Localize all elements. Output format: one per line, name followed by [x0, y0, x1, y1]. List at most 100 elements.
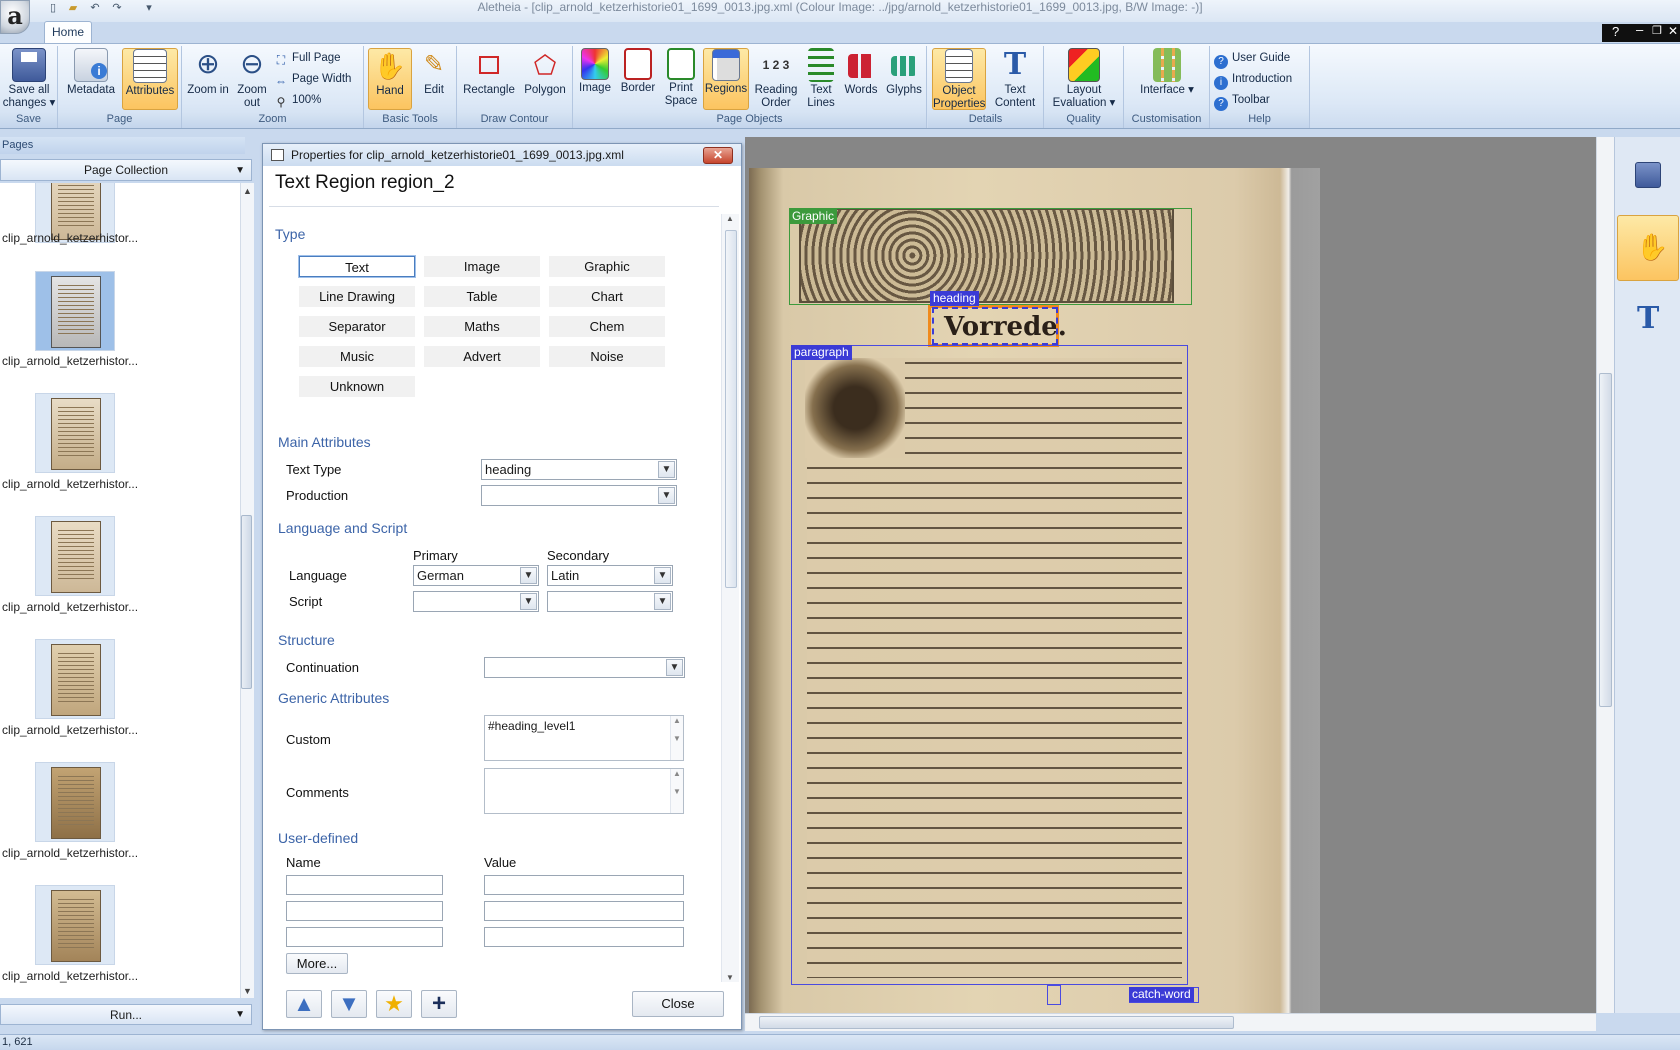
user-value-input[interactable]: [484, 901, 684, 921]
canvas-vscroll-thumb[interactable]: [1599, 373, 1612, 707]
scroll-down-icon[interactable]: ▼: [243, 986, 252, 996]
border-button[interactable]: Border: [617, 48, 659, 95]
object-properties-button[interactable]: Object Properties: [932, 48, 986, 110]
text-content-button[interactable]: T Text Content: [988, 48, 1042, 110]
page-label[interactable]: clip_arnold_ketzerhistor...: [2, 969, 152, 983]
dialog-scrollbar-thumb[interactable]: [725, 230, 737, 588]
page-thumbnail[interactable]: [35, 885, 115, 965]
zoom-in-button[interactable]: ⊕ Zoom in: [186, 48, 230, 97]
attributes-button[interactable]: Attributes: [122, 48, 178, 110]
canvas-hscroll-thumb[interactable]: [759, 1016, 1234, 1029]
introduction-button[interactable]: i Introduction: [1214, 70, 1292, 90]
region-graphic[interactable]: [789, 208, 1192, 305]
page-thumbnail-selected[interactable]: [35, 271, 115, 351]
open-folder-icon[interactable]: ▰: [66, 2, 80, 15]
customize-quick-access-icon[interactable]: ▾: [142, 2, 156, 15]
type-text-button[interactable]: Text: [299, 256, 415, 277]
page-label[interactable]: clip_arnold_ketzerhistor...: [2, 600, 152, 614]
canvas-horizontal-scrollbar[interactable]: [745, 1013, 1596, 1031]
reading-order-button[interactable]: 1 2 3 Reading Order: [751, 48, 801, 110]
close-icon[interactable]: ✕: [1668, 24, 1678, 38]
user-value-input[interactable]: [484, 927, 684, 947]
type-table-button[interactable]: Table: [424, 286, 540, 307]
type-music-button[interactable]: Music: [299, 346, 415, 367]
custom-textarea[interactable]: #heading_level1 ▲ ▼: [484, 715, 684, 761]
continuation-select[interactable]: ▼: [484, 657, 685, 678]
image-view-button[interactable]: Image: [575, 48, 615, 95]
canvas-vertical-scrollbar[interactable]: [1596, 137, 1614, 1013]
zoom-100-button[interactable]: ⚲ 100%: [274, 91, 322, 109]
region-heading[interactable]: [932, 307, 1058, 345]
type-unknown-button[interactable]: Unknown: [299, 376, 415, 397]
move-up-button[interactable]: ▲: [286, 990, 322, 1018]
glyphs-button[interactable]: Glyphs: [883, 48, 925, 97]
dialog-scrollbar[interactable]: ▲ ▼: [721, 214, 739, 982]
page-thumbnail[interactable]: [35, 639, 115, 719]
scroll-up-icon[interactable]: ▲: [726, 214, 734, 223]
page-label[interactable]: clip_arnold_ketzerhistor...: [2, 723, 152, 737]
type-image-button[interactable]: Image: [424, 256, 540, 277]
full-page-button[interactable]: ⛶ Full Page: [274, 49, 341, 67]
close-button[interactable]: Close: [632, 991, 724, 1017]
page-thumbnail[interactable]: [35, 762, 115, 842]
page-label-selected[interactable]: clip_arnold_ketzerhistor...: [2, 354, 152, 368]
text-side-button[interactable]: T: [1617, 287, 1679, 353]
hand-tool-button[interactable]: ✋ Hand: [368, 48, 412, 110]
user-name-input[interactable]: [286, 875, 443, 895]
type-maths-button[interactable]: Maths: [424, 316, 540, 337]
undo-icon[interactable]: ↶: [88, 2, 102, 15]
layout-evaluation-button[interactable]: Layout Evaluation ▾: [1046, 48, 1122, 110]
dialog-close-button[interactable]: ✕: [703, 147, 733, 164]
user-guide-button[interactable]: ? User Guide: [1214, 49, 1290, 69]
page-label[interactable]: clip_arnold_ketzerhistor...: [2, 846, 152, 860]
zoom-out-button[interactable]: ⊖ Zoom out: [230, 48, 274, 110]
user-value-input[interactable]: [484, 875, 684, 895]
save-all-button[interactable]: Save all changes ▾: [2, 48, 56, 110]
page-width-button[interactable]: ⇔ Page Width: [274, 70, 351, 88]
toolbar-help-button[interactable]: ? Toolbar: [1214, 91, 1270, 111]
type-line-drawing-button[interactable]: Line Drawing: [299, 286, 415, 307]
textarea-scrollbar[interactable]: ▲ ▼: [670, 769, 683, 813]
type-separator-button[interactable]: Separator: [299, 316, 415, 337]
region-paragraph[interactable]: [791, 345, 1188, 985]
help-icon[interactable]: ?: [1612, 24, 1619, 39]
comments-textarea[interactable]: ▲ ▼: [484, 768, 684, 814]
type-chem-button[interactable]: Chem: [549, 316, 665, 337]
metadata-button[interactable]: i Metadata: [64, 48, 118, 97]
scroll-down-icon[interactable]: ▼: [726, 973, 734, 982]
more-button[interactable]: More...: [286, 953, 348, 974]
script-secondary-select[interactable]: ▼: [547, 591, 673, 612]
page-label[interactable]: clip_arnold_ketzerhistor...: [2, 231, 152, 245]
minimize-icon[interactable]: –: [1636, 22, 1643, 37]
script-primary-select[interactable]: ▼: [413, 591, 539, 612]
regions-button[interactable]: Regions: [703, 48, 749, 110]
dialog-title-bar[interactable]: Properties for clip_arnold_ketzerhistori…: [263, 144, 741, 166]
text-lines-button[interactable]: Text Lines: [803, 48, 839, 110]
scroll-up-icon[interactable]: ▲: [243, 186, 252, 196]
interface-button[interactable]: Interface ▾: [1128, 48, 1206, 97]
type-noise-button[interactable]: Noise: [549, 346, 665, 367]
page-thumbnail[interactable]: [35, 393, 115, 473]
type-advert-button[interactable]: Advert: [424, 346, 540, 367]
redo-icon[interactable]: ↷: [110, 2, 124, 15]
add-button[interactable]: +: [421, 990, 457, 1018]
user-name-input[interactable]: [286, 927, 443, 947]
user-name-input[interactable]: [286, 901, 443, 921]
edit-tool-button[interactable]: ✎ Edit: [414, 48, 454, 97]
app-logo[interactable]: a: [0, 0, 30, 34]
polygon-button[interactable]: ⬠ Polygon: [519, 48, 571, 97]
type-graphic-button[interactable]: Graphic: [549, 256, 665, 277]
textarea-scrollbar[interactable]: ▲ ▼: [670, 716, 683, 760]
words-button[interactable]: Words: [841, 48, 881, 97]
favorite-button[interactable]: ★: [376, 990, 412, 1018]
new-file-icon[interactable]: ▯: [46, 2, 60, 15]
language-secondary-select[interactable]: Latin ▼: [547, 565, 673, 586]
text-type-select[interactable]: heading ▼: [481, 459, 677, 480]
language-primary-select[interactable]: German ▼: [413, 565, 539, 586]
restore-icon[interactable]: ❐: [1652, 24, 1662, 37]
page-thumbnail[interactable]: [35, 516, 115, 596]
save-side-button[interactable]: [1617, 142, 1679, 208]
page-label[interactable]: clip_arnold_ketzerhistor...: [2, 477, 152, 491]
print-space-button[interactable]: Print Space: [661, 48, 701, 108]
hand-side-button[interactable]: ✋: [1617, 215, 1679, 281]
